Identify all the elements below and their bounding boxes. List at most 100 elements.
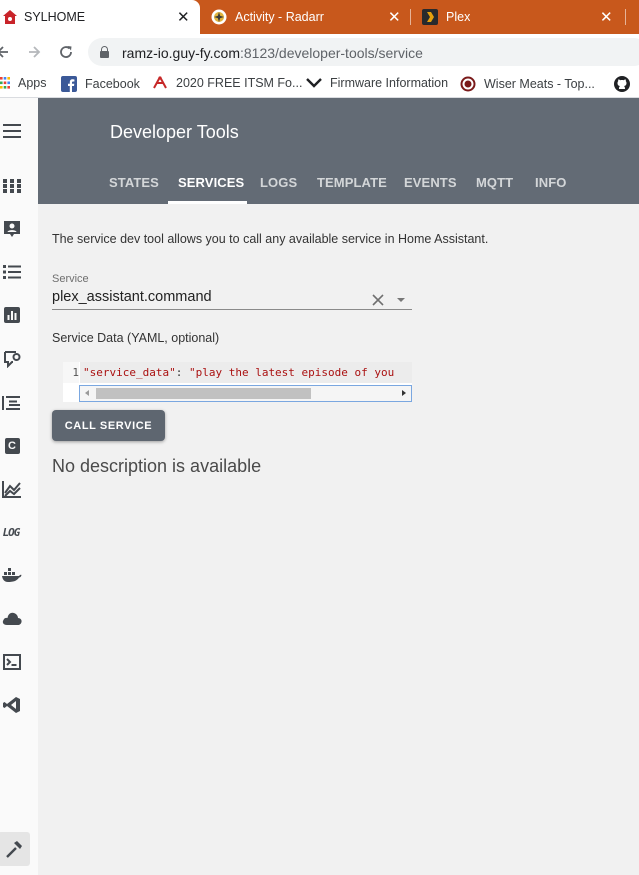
- back-arrow-icon[interactable]: [0, 45, 10, 59]
- bookmark-label: 2020 FREE ITSM Fo...: [176, 76, 303, 90]
- developer-tools-header: Developer Tools STATES SERVICES LOGS TEM…: [38, 98, 639, 204]
- address-row: ramz-io.guy-fy.com:8123/developer-tools/…: [0, 34, 639, 70]
- bookmark-label: Wiser Meats - Top...: [484, 77, 595, 91]
- docker-icon: [2, 568, 22, 582]
- service-tool-description: The service dev tool allows you to call …: [52, 232, 489, 246]
- call-service-button[interactable]: CALL SERVICE: [52, 410, 165, 441]
- scroll-left-arrow-icon[interactable]: [85, 390, 89, 396]
- bookmark-label: Apps: [18, 76, 47, 90]
- github-icon[interactable]: [614, 76, 630, 92]
- forward-arrow-icon[interactable]: [27, 45, 41, 59]
- browser-tab-sylhome[interactable]: SYLHOME ✕: [0, 0, 200, 34]
- bookmark-itsm[interactable]: 2020 FREE ITSM Fo...: [152, 76, 302, 90]
- sidebar-item-cloud[interactable]: [0, 607, 24, 629]
- close-tab-icon[interactable]: ✕: [388, 10, 401, 25]
- bookmark-facebook[interactable]: Facebook: [61, 76, 140, 92]
- facebook-icon: [61, 76, 77, 92]
- service-description-text: No description is available: [52, 456, 262, 476]
- plex-favicon-icon: [422, 9, 438, 25]
- code-line[interactable]: "service_data": "play the latest episode…: [80, 362, 412, 383]
- browser-tab-strip: SYLHOME ✕ Activity - Radarr ✕ Plex ✕: [0, 0, 639, 34]
- sidebar-item-log-viewer[interactable]: LOG: [0, 521, 24, 543]
- service-data-label: Service Data (YAML, optional): [52, 331, 220, 345]
- firmware-chevron-icon: [306, 78, 322, 88]
- format-list-icon: [3, 265, 21, 279]
- chart-box-icon: [4, 307, 20, 323]
- sidebar-item-developer-tools[interactable]: [0, 832, 30, 866]
- tab-states[interactable]: STATES: [109, 175, 159, 190]
- sidebar-item-configurator[interactable]: C: [0, 435, 24, 457]
- itsm-logo-icon: [153, 76, 167, 89]
- tab-events[interactable]: EVENTS: [404, 175, 457, 190]
- tab-template[interactable]: TEMPLATE: [317, 175, 387, 190]
- close-tab-icon[interactable]: ✕: [177, 10, 190, 25]
- c-badge-icon: C: [4, 438, 20, 454]
- browser-tab-title: SYLHOME: [24, 10, 86, 24]
- editor-horizontal-scrollbar[interactable]: [79, 385, 412, 402]
- clear-icon[interactable]: [372, 294, 384, 306]
- scrollbar-thumb[interactable]: [96, 388, 311, 399]
- wiser-meats-logo-icon: [460, 76, 476, 92]
- address-bar[interactable]: ramz-io.guy-fy.com:8123/developer-tools/…: [88, 38, 639, 66]
- sidebar-item-people[interactable]: [0, 218, 24, 240]
- sidebar-item-list[interactable]: [0, 261, 24, 283]
- reload-icon[interactable]: [58, 44, 74, 60]
- message-settings-icon: [4, 351, 21, 368]
- browser-tab-plex[interactable]: Plex ✕: [411, 0, 636, 34]
- tab-logs[interactable]: LOGS: [260, 175, 297, 190]
- ha-sidebar: C LOG: [0, 98, 38, 875]
- sidebar-menu-toggle[interactable]: [0, 120, 24, 142]
- account-box-icon: [4, 221, 20, 237]
- browser-tab-radarr[interactable]: Activity - Radarr ✕: [200, 0, 410, 34]
- service-field-label: Service: [52, 273, 89, 285]
- dropdown-arrow-icon[interactable]: [397, 298, 405, 302]
- service-input-underline: [52, 309, 412, 310]
- sidebar-item-notifications[interactable]: [0, 348, 24, 370]
- active-tab-indicator: [168, 201, 247, 204]
- close-tab-icon[interactable]: ✕: [600, 10, 613, 25]
- bookmarks-bar: Apps Facebook 2020 FREE ITSM Fo... Firmw…: [0, 70, 639, 98]
- hamburger-menu-icon: [3, 124, 21, 138]
- log-label-icon: LOG: [2, 525, 21, 539]
- sidebar-item-overview[interactable]: [0, 175, 24, 197]
- page-title: Developer Tools: [110, 122, 239, 142]
- text-box-icon: [2, 396, 20, 410]
- url-path: :8123/developer-tools/service: [239, 45, 423, 61]
- tab-mqtt[interactable]: MQTT: [476, 175, 513, 190]
- url-host: ramz-io.guy-fy.com: [122, 45, 240, 61]
- sidebar-item-terminal[interactable]: [0, 651, 24, 673]
- bookmark-apps[interactable]: Apps: [0, 76, 47, 90]
- chart-line-icon: [2, 481, 21, 498]
- bookmark-firmware[interactable]: Firmware Information: [306, 76, 448, 90]
- lock-icon[interactable]: [100, 46, 109, 58]
- sidebar-item-vscode[interactable]: [0, 694, 24, 716]
- yaml-value: "play the latest episode of you: [188, 366, 395, 379]
- browser-tab-title: Plex: [446, 10, 471, 24]
- cloud-icon: [2, 612, 22, 625]
- radarr-favicon-icon: [211, 9, 227, 25]
- bookmark-label: Facebook: [85, 77, 140, 91]
- service-input[interactable]: plex_assistant.command: [52, 289, 212, 305]
- visual-studio-code-icon: [3, 697, 20, 713]
- bookmark-wiser-meats[interactable]: Wiser Meats - Top...: [460, 76, 595, 92]
- tab-services[interactable]: SERVICES: [178, 175, 244, 190]
- sidebar-item-history[interactable]: [0, 304, 24, 326]
- yaml-colon: :: [175, 366, 189, 379]
- grid-dashboard-icon: [3, 179, 21, 193]
- hammer-icon: [6, 841, 22, 858]
- tab-info[interactable]: INFO: [535, 175, 566, 190]
- line-number: 1: [63, 362, 79, 383]
- sidebar-item-portainer[interactable]: [0, 564, 24, 586]
- yaml-code-editor[interactable]: 1 "service_data": "play the latest episo…: [63, 362, 412, 402]
- url-text[interactable]: ramz-io.guy-fy.com:8123/developer-tools/…: [122, 45, 423, 61]
- browser-tab-title: Activity - Radarr: [235, 10, 324, 24]
- home-assistant-favicon-icon: [3, 10, 17, 24]
- scroll-right-arrow-icon[interactable]: [402, 390, 406, 396]
- sidebar-item-statistics[interactable]: [0, 478, 24, 500]
- bookmark-label: Firmware Information: [330, 76, 449, 90]
- console-icon: [3, 654, 21, 670]
- tab-separator: [625, 9, 626, 25]
- apps-grid-icon: [0, 77, 10, 89]
- yaml-key: "service_data": [83, 366, 176, 379]
- sidebar-item-logbook[interactable]: [0, 392, 24, 414]
